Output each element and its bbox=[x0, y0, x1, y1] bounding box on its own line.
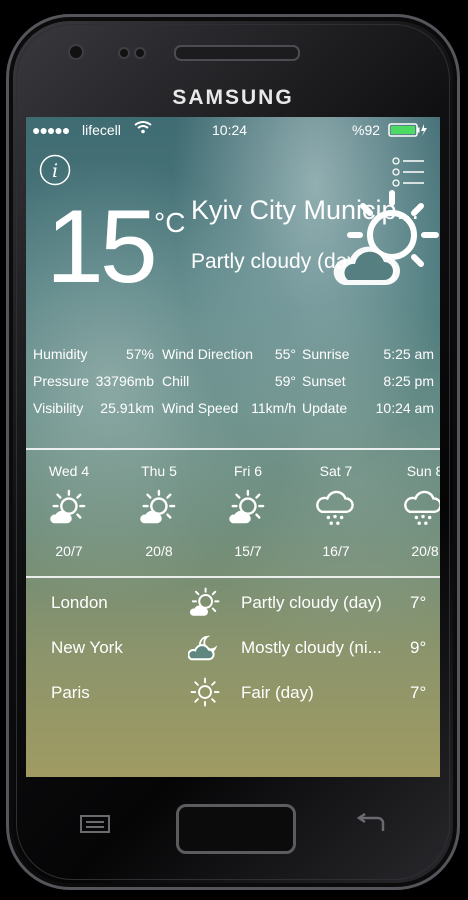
forecast-temps-3: 15/7 bbox=[234, 543, 262, 559]
weather-screen: ●●●●● lifecell 10:24 %92 i 15 °C Kyiv Ci… bbox=[26, 117, 440, 777]
sunrise-value: 5:25 am bbox=[383, 346, 434, 362]
forecast-temps-1: 20/7 bbox=[55, 543, 83, 559]
svg-text:i: i bbox=[52, 160, 58, 182]
sunset-value: 8:25 pm bbox=[383, 373, 434, 389]
sunny-icon bbox=[190, 677, 220, 707]
wind-direction-value: 55° bbox=[274, 346, 296, 362]
wind-speed-value: 11km/h bbox=[251, 400, 296, 416]
city-row-temp: 9° bbox=[410, 638, 427, 657]
signal-dots-icon: ●●●●● bbox=[32, 122, 70, 138]
humidity-value: 57% bbox=[125, 346, 154, 362]
status-bar: ●●●●● lifecell 10:24 %92 bbox=[26, 117, 440, 141]
forecast-temps-4: 16/7 bbox=[322, 543, 350, 559]
back-arrow-icon bbox=[356, 812, 385, 831]
front-camera bbox=[68, 44, 84, 60]
info-button[interactable]: i bbox=[39, 154, 71, 191]
city-row-condition: Partly cloudy (day) bbox=[241, 593, 382, 612]
battery-percent: %92 bbox=[352, 122, 381, 138]
chill-label: Chill bbox=[162, 373, 190, 389]
mostly-cloudy-night-icon bbox=[188, 635, 218, 661]
chill-value: 59° bbox=[274, 373, 296, 389]
wind-direction-label: Wind Direction bbox=[162, 346, 254, 362]
current-temperature: 15 bbox=[46, 189, 158, 305]
forecast-day-4: Sat 7 bbox=[319, 463, 353, 479]
brand-logo: SAMSUNG bbox=[172, 86, 294, 109]
pressure-value: 33796mb bbox=[95, 373, 154, 389]
partly-cloudy-day-icon bbox=[140, 489, 176, 524]
city-row-temp: 7° bbox=[410, 593, 427, 612]
update-value: 10:24 am bbox=[375, 400, 434, 416]
sunset-label: Sunset bbox=[302, 373, 346, 389]
carrier-name: lifecell bbox=[82, 122, 121, 138]
partly-cloudy-day-icon bbox=[229, 489, 265, 524]
proximity-sensor bbox=[118, 47, 130, 59]
list-menu-icon bbox=[392, 157, 424, 187]
forecast-day-1: Wed 4 bbox=[48, 463, 90, 479]
battery-icon bbox=[388, 123, 428, 140]
info-icon: i bbox=[39, 154, 71, 186]
rain-showers-icon bbox=[316, 490, 354, 525]
visibility-value: 25.91km bbox=[100, 400, 154, 416]
rain-showers-icon bbox=[404, 490, 440, 525]
forecast-day-3: Fri 6 bbox=[234, 463, 262, 479]
temperature-unit: °C bbox=[154, 207, 186, 238]
clock: 10:24 bbox=[212, 122, 248, 138]
partly-cloudy-day-icon bbox=[50, 489, 86, 524]
forecast-temps-5: 20/8 bbox=[411, 543, 439, 559]
partly-cloudy-day-icon bbox=[189, 587, 220, 616]
forecast-day-2: Thu 5 bbox=[141, 463, 177, 479]
earpiece bbox=[174, 45, 300, 61]
forecast-temps-2: 20/8 bbox=[145, 543, 173, 559]
city-row-condition: Mostly cloudy (ni... bbox=[241, 638, 382, 657]
partly-cloudy-day-icon bbox=[328, 187, 440, 304]
sunrise-label: Sunrise bbox=[302, 346, 350, 362]
city-row-condition: Fair (day) bbox=[241, 683, 314, 702]
wifi-icon bbox=[134, 120, 152, 137]
back-key[interactable] bbox=[355, 812, 385, 840]
light-sensor bbox=[134, 47, 146, 59]
wind-speed-label: Wind Speed bbox=[162, 400, 239, 416]
menu-key-icon bbox=[80, 815, 110, 833]
pressure-label: Pressure bbox=[33, 373, 90, 389]
city-row-temp: 7° bbox=[410, 683, 427, 702]
city-row-name: New York bbox=[51, 638, 123, 657]
home-button[interactable] bbox=[176, 804, 296, 854]
humidity-label: Humidity bbox=[33, 346, 88, 362]
forecast-day-5: Sun 8 bbox=[406, 463, 440, 479]
city-row-name: Paris bbox=[51, 683, 90, 702]
city-row-name: London bbox=[51, 593, 108, 612]
menu-key[interactable] bbox=[80, 814, 110, 839]
divider-bottom bbox=[26, 576, 440, 578]
divider-top bbox=[26, 448, 440, 450]
update-label: Update bbox=[302, 400, 348, 416]
visibility-label: Visibility bbox=[33, 400, 84, 416]
